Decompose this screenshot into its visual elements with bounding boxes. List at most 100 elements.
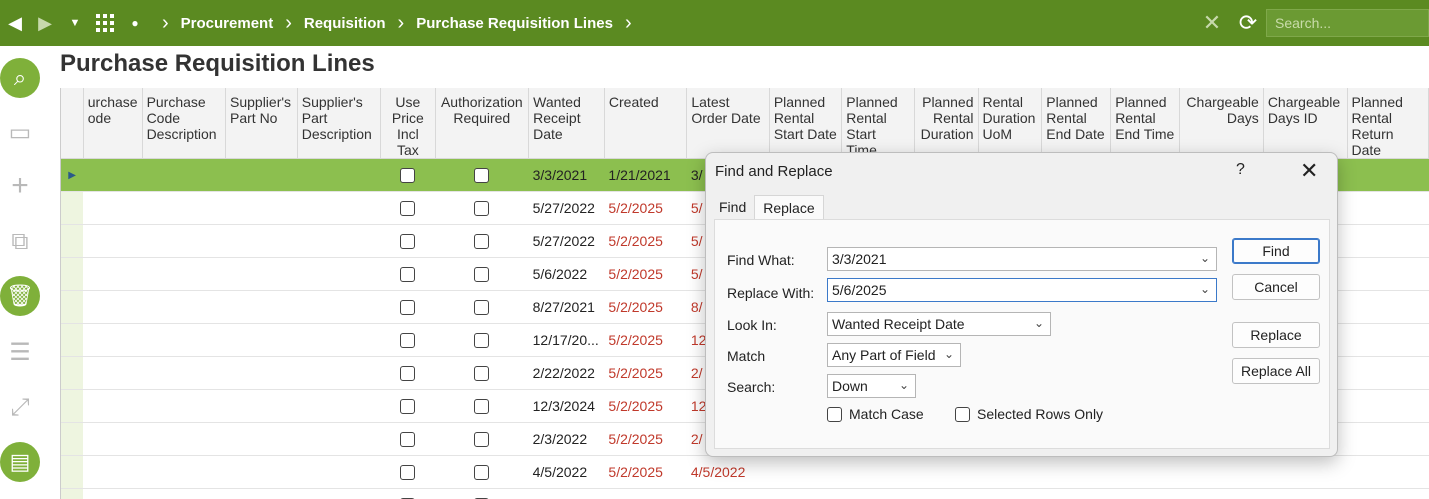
table-cell[interactable]: [225, 422, 298, 456]
wanted-receipt-date-cell[interactable]: 8/27/2021: [528, 290, 605, 324]
match-select[interactable]: Any Part of Field ⌄: [827, 343, 961, 367]
checkbox-icon[interactable]: [474, 300, 490, 316]
wanted-receipt-date-cell[interactable]: 5/27/2022: [528, 224, 605, 258]
close-icon[interactable]: ✕: [1300, 158, 1318, 184]
table-cell[interactable]: [1347, 455, 1429, 489]
replace-with-input[interactable]: 5/6/2025 ⌄: [827, 278, 1217, 302]
table-cell[interactable]: [225, 455, 298, 489]
checkbox-box[interactable]: [955, 406, 970, 422]
use-price-incl-tax-cell[interactable]: [380, 158, 435, 192]
checkbox-icon[interactable]: [474, 267, 490, 283]
table-cell[interactable]: [1263, 488, 1348, 499]
table-cell[interactable]: [83, 488, 143, 499]
col-header[interactable]: Chargeable Days ID: [1263, 88, 1348, 159]
table-cell[interactable]: [978, 455, 1042, 489]
created-cell[interactable]: 5/2/2025: [604, 455, 687, 489]
table-cell[interactable]: [297, 158, 381, 192]
latest-order-date-cell[interactable]: 5/18/2022: [686, 488, 770, 499]
authorization-required-cell[interactable]: [435, 158, 529, 192]
col-header[interactable]: Planned Rental End Date: [1041, 88, 1112, 159]
created-cell[interactable]: 5/2/2025: [604, 356, 687, 390]
authorization-required-cell[interactable]: [435, 290, 529, 324]
table-cell[interactable]: [83, 257, 143, 291]
created-cell[interactable]: 5/2/2025: [604, 224, 687, 258]
created-cell[interactable]: 5/2/2025: [604, 488, 687, 499]
checkbox-icon[interactable]: [474, 234, 490, 250]
table-cell[interactable]: [297, 455, 381, 489]
table-cell[interactable]: [1347, 257, 1429, 291]
authorization-required-cell[interactable]: [435, 356, 529, 390]
col-header[interactable]: Latest Order Date: [686, 88, 770, 159]
table-cell[interactable]: [297, 224, 381, 258]
table-cell[interactable]: [1347, 389, 1429, 423]
find-what-input[interactable]: 3/3/2021 ⌄: [827, 247, 1217, 271]
use-price-incl-tax-cell[interactable]: [380, 191, 435, 225]
table-cell[interactable]: [225, 323, 298, 357]
help-icon[interactable]: ?: [1236, 161, 1245, 179]
wanted-receipt-date-cell[interactable]: 5/18/2022: [528, 488, 605, 499]
wanted-receipt-date-cell[interactable]: 12/17/20...: [528, 323, 605, 357]
table-cell[interactable]: [142, 356, 226, 390]
wanted-receipt-date-cell[interactable]: 4/5/2022: [528, 455, 605, 489]
search-icon[interactable]: ⌕: [0, 58, 40, 98]
authorization-required-cell[interactable]: [435, 257, 529, 291]
wanted-receipt-date-cell[interactable]: 2/22/2022: [528, 356, 605, 390]
table-cell[interactable]: [914, 455, 978, 489]
table-cell[interactable]: [978, 488, 1042, 499]
col-header[interactable]: Created: [604, 88, 688, 159]
breadcrumb-procurement[interactable]: Procurement: [181, 15, 274, 32]
list-icon[interactable]: ☰: [0, 332, 40, 372]
checkbox-icon[interactable]: [400, 399, 416, 415]
table-cell[interactable]: [1347, 191, 1429, 225]
table-cell[interactable]: [225, 191, 298, 225]
table-cell[interactable]: [225, 290, 298, 324]
authorization-required-cell[interactable]: [435, 455, 529, 489]
refresh-icon[interactable]: ⟳: [1230, 0, 1266, 46]
col-header[interactable]: Use Price Incl Tax: [380, 88, 436, 159]
checkbox-icon[interactable]: [474, 333, 490, 349]
table-cell[interactable]: [1347, 488, 1429, 499]
table-cell[interactable]: [297, 290, 381, 324]
table-cell[interactable]: [914, 488, 978, 499]
table-cell[interactable]: [297, 488, 381, 499]
created-cell[interactable]: 5/2/2025: [604, 257, 687, 291]
table-cell[interactable]: [83, 191, 143, 225]
search-input[interactable]: [1266, 9, 1429, 37]
table-row[interactable]: 5/18/20225/2/20255/18/2022: [61, 488, 1429, 499]
row-selector[interactable]: [61, 422, 84, 456]
use-price-incl-tax-cell[interactable]: [380, 389, 435, 423]
save-icon[interactable]: ▭: [0, 112, 40, 152]
use-price-incl-tax-cell[interactable]: [380, 356, 435, 390]
table-cell[interactable]: [83, 158, 143, 192]
col-header[interactable]: Supplier's Part Description: [297, 88, 382, 159]
table-cell[interactable]: [142, 488, 226, 499]
created-cell[interactable]: 5/2/2025: [604, 191, 687, 225]
expand-icon[interactable]: ⤢: [0, 388, 40, 428]
table-cell[interactable]: [142, 191, 226, 225]
col-header[interactable]: Planned Rental End Time: [1110, 88, 1181, 159]
created-cell[interactable]: 1/21/2021: [604, 158, 687, 192]
table-cell[interactable]: [1110, 455, 1180, 489]
table-cell[interactable]: [83, 389, 143, 423]
authorization-required-cell[interactable]: [435, 488, 529, 499]
chevron-down-icon[interactable]: ⌄: [899, 378, 909, 392]
row-selector[interactable]: ▶: [61, 158, 84, 192]
checkbox-icon[interactable]: [474, 432, 490, 448]
row-selector[interactable]: [61, 257, 84, 291]
row-selector[interactable]: [61, 455, 84, 489]
authorization-required-cell[interactable]: [435, 389, 529, 423]
table-cell[interactable]: [297, 323, 381, 357]
table-cell[interactable]: [841, 488, 915, 499]
chevron-down-icon[interactable]: ⌄: [1200, 251, 1210, 265]
duplicate-icon[interactable]: ⧉: [0, 222, 40, 262]
table-cell[interactable]: [1347, 422, 1429, 456]
replace-button[interactable]: Replace: [1232, 322, 1320, 348]
col-header[interactable]: Authorization Required: [435, 88, 530, 159]
use-price-incl-tax-cell[interactable]: [380, 224, 435, 258]
selected-rows-only-checkbox[interactable]: Selected Rows Only: [955, 406, 1103, 422]
table-cell[interactable]: [1347, 224, 1429, 258]
table-cell[interactable]: [297, 389, 381, 423]
created-cell[interactable]: 5/2/2025: [604, 290, 687, 324]
find-button[interactable]: Find: [1232, 238, 1320, 264]
row-selector[interactable]: [61, 356, 84, 390]
